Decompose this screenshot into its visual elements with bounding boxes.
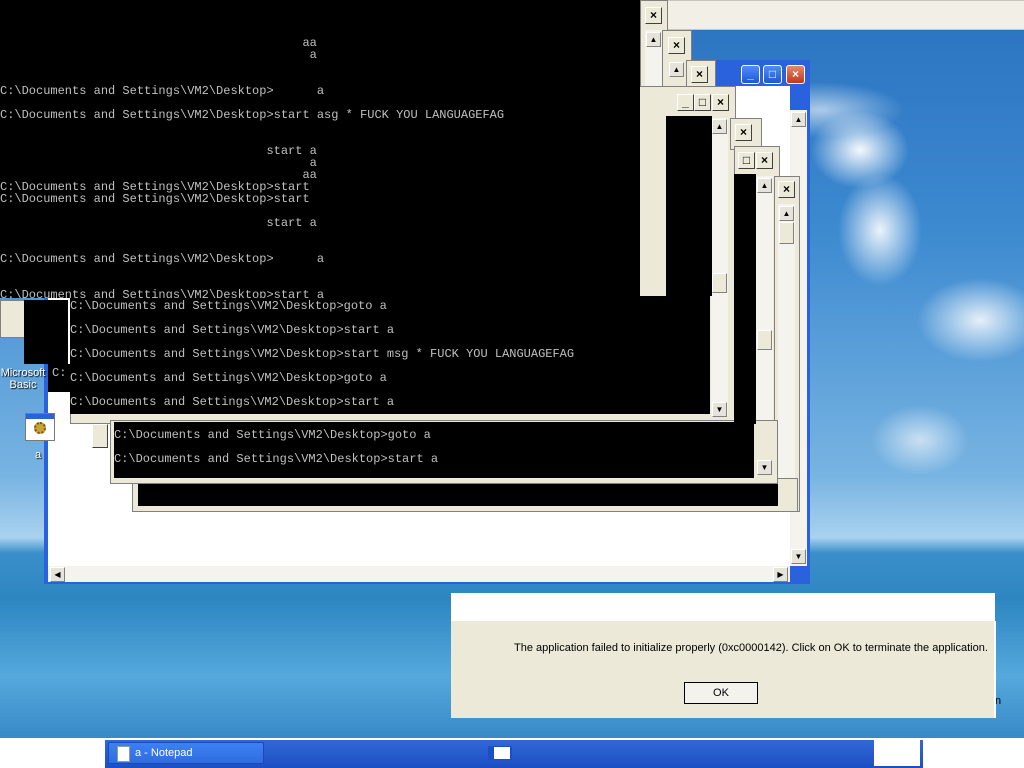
cascade-scroll-down-4[interactable]: ▼ [712,402,727,417]
notepad-icon [117,746,130,762]
console-line: C:\Documents and Settings\VM2\Desktop>go… [70,371,387,385]
ok-button[interactable]: OK [684,682,758,704]
cascade-maximize-icon-6[interactable]: □ [738,152,755,169]
console-lower-right-black [734,174,756,424]
desktop-icon-label-line2: Basic [9,379,37,391]
console-line: start a [0,216,317,230]
background-window-strip [664,0,1024,30]
console-line: a [0,48,317,62]
desktop-icon-label-microsoft[interactable]: Microsoft Basic [0,367,46,391]
cascade-close-icon-5[interactable]: × [735,124,752,141]
desktop-icon-label-line1: Microsoft [0,367,46,379]
notepad-scroll-up-arrow[interactable]: ▲ [791,112,806,127]
taskbar-notepad-button[interactable]: a - Notepad [108,742,264,764]
cascade-thumb-4[interactable] [712,273,727,293]
notepad-horizontal-scrollbar[interactable] [48,566,790,582]
cascade-close-icon-7[interactable]: × [778,181,795,198]
cascade-close-icon-3[interactable]: × [691,66,708,83]
console-lower-scroll-down[interactable]: ▼ [757,460,772,475]
console-middle-upper-black [666,116,712,296]
dialog-message: The application failed to initialize pro… [514,642,988,654]
console-line: C:\Documents and Settings\VM2\Desktop> a [0,252,325,266]
notepad-maximize-button[interactable]: □ [763,65,782,84]
gear-icon[interactable] [25,413,55,441]
cascade-scroll-up-2[interactable]: ▲ [669,62,684,77]
error-dialog: The application failed to initialize pro… [451,621,996,718]
console-line: C:\Documents and Settings\VM2\Desktop>st… [0,192,310,206]
notepad-scroll-right-arrow[interactable]: ▶ [773,567,788,582]
cascade-minimize-icon-4[interactable]: _ [677,94,694,111]
console-line: C:\Documents and Settings\VM2\Desktop>st… [0,288,325,298]
cascade-thumb-6[interactable] [757,330,772,350]
cascade-close-icon-1[interactable]: × [645,7,662,24]
notepad-minimize-button[interactable]: _ [741,65,760,84]
cascade-scroll-up-7[interactable]: ▲ [779,206,794,221]
taskbar-mini-window-icon[interactable] [488,746,512,760]
cascade-scroll-4[interactable] [711,118,728,416]
cascade-scroll-7[interactable] [778,204,795,506]
console-middle-output: C:\Documents and Settings\VM2\Desktop>go… [70,296,710,414]
console-lower-left-icon [92,424,108,448]
desktop-icon-label-a[interactable]: a [30,449,46,461]
dialog-title-area [451,593,995,621]
console-line: C:\Documents and Settings\VM2\Desktop>go… [114,428,431,442]
console-line: C:\Documents and Settings\VM2\Desktop>go… [70,299,387,313]
tray-area [874,740,920,766]
notepad-scroll-down-arrow[interactable]: ▼ [791,549,806,564]
left-partial-console-1 [24,300,68,364]
cascade-maximize-icon-4[interactable]: □ [694,94,711,111]
console-line: C:\Documents and Settings\VM2\Desktop>st… [114,452,439,466]
cascade-close-icon-2[interactable]: × [668,37,685,54]
console-line: C:\Documents and Settings\VM2\Desktop>st… [0,108,505,122]
console-lower-output: C:\Documents and Settings\VM2\Desktop>go… [114,422,754,478]
left-partial-prompt: C: [52,366,67,380]
notepad-close-button[interactable]: × [786,65,805,84]
cascade-scroll-up-1[interactable]: ▲ [646,32,661,47]
cascade-scroll-up-4[interactable]: ▲ [712,119,727,134]
console-line: C:\Documents and Settings\VM2\Desktop>st… [70,323,395,337]
console-line: C:\Documents and Settings\VM2\Desktop> a [0,84,325,98]
cascade-scroll-up-6[interactable]: ▲ [757,178,772,193]
cascade-close-icon-4[interactable]: × [712,94,729,111]
notepad-scroll-left-arrow[interactable]: ◀ [50,567,65,582]
console-line: C:\Documents and Settings\VM2\Desktop>st… [70,347,575,361]
console-line: C:\Documents and Settings\VM2\Desktop>st… [70,395,395,409]
cascade-thumb-7[interactable] [779,222,794,244]
console-top-output: aa a C:\Documents and Settings\VM2\Deskt… [0,0,640,298]
taskbar-notepad-label: a - Notepad [135,747,193,759]
cascade-close-icon-6[interactable]: × [756,152,773,169]
left-partial-window-1[interactable] [0,300,26,338]
